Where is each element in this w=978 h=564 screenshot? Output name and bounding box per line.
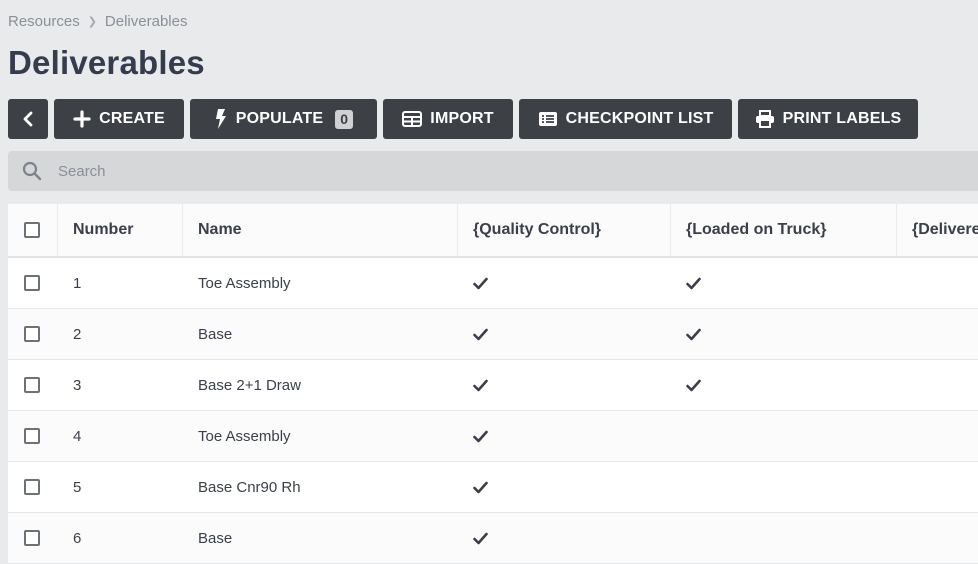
row-select-cell	[8, 411, 58, 461]
create-button[interactable]: CREATE	[54, 99, 184, 139]
row-number: 3	[73, 376, 82, 394]
create-label: CREATE	[99, 110, 165, 127]
checkmark-icon	[473, 379, 488, 392]
lightning-icon	[214, 109, 228, 129]
populate-count-badge: 0	[335, 109, 354, 129]
printer-icon	[755, 110, 775, 128]
search-bar	[8, 151, 978, 191]
column-header-loaded-on-truck[interactable]: {Loaded on Truck}	[671, 204, 897, 256]
back-button[interactable]	[8, 99, 48, 139]
import-button[interactable]: IMPORT	[383, 99, 513, 139]
row-loaded-on-truck-cell	[671, 360, 897, 410]
import-label: IMPORT	[430, 110, 494, 127]
table-row[interactable]: 2 Base	[8, 309, 978, 360]
column-header-quality-control[interactable]: {Quality Control}	[458, 204, 671, 256]
checkmark-icon	[686, 328, 701, 341]
list-icon	[538, 111, 558, 127]
select-all-checkbox[interactable]	[24, 222, 40, 238]
row-select-cell	[8, 258, 58, 308]
row-loaded-on-truck-cell	[671, 411, 897, 461]
breadcrumb: Resources ❯ Deliverables	[8, 13, 187, 30]
row-name: Base Cnr90 Rh	[198, 478, 301, 496]
row-name: Toe Assembly	[198, 427, 291, 445]
row-name: Base 2+1 Draw	[198, 376, 301, 394]
print-labels-label: PRINT LABELS	[782, 110, 902, 127]
row-delivered-cell	[897, 462, 978, 512]
chevron-right-icon: ❯	[87, 16, 97, 28]
table-header-row: Number Name {Quality Control} {Loaded on…	[8, 204, 978, 258]
row-checkbox[interactable]	[24, 326, 40, 342]
table-icon	[402, 111, 423, 127]
row-select-cell	[8, 513, 58, 563]
toolbar: CREATE POPULATE 0 IMPORT CHECKPOINT LIST…	[8, 99, 918, 139]
row-delivered-cell	[897, 513, 978, 563]
plus-icon	[73, 110, 91, 128]
row-delivered-cell	[897, 411, 978, 461]
row-loaded-on-truck-cell	[671, 309, 897, 359]
search-icon	[22, 161, 42, 181]
populate-label: POPULATE	[235, 110, 324, 127]
checkpoint-list-label: CHECKPOINT LIST	[565, 110, 714, 127]
row-number: 6	[73, 529, 82, 547]
column-header-number[interactable]: Number	[58, 204, 183, 256]
row-number: 5	[73, 478, 82, 496]
table-body: 1 Toe Assembly 2 Base 3 Base 2+1 Draw 4 Toe Ass…	[8, 258, 978, 564]
row-delivered-cell	[897, 258, 978, 308]
breadcrumb-current: Deliverables	[104, 13, 188, 30]
deliverables-table: Number Name {Quality Control} {Loaded on…	[8, 204, 978, 564]
row-quality-control-cell	[458, 258, 671, 308]
row-name: Toe Assembly	[198, 274, 291, 292]
row-quality-control-cell	[458, 360, 671, 410]
table-row[interactable]: 5 Base Cnr90 Rh	[8, 462, 978, 513]
row-number: 4	[73, 427, 82, 445]
row-quality-control-cell	[458, 411, 671, 461]
row-checkbox[interactable]	[24, 377, 40, 393]
table-row[interactable]: 4 Toe Assembly	[8, 411, 978, 462]
row-name: Base	[198, 325, 233, 343]
row-checkbox[interactable]	[24, 530, 40, 546]
row-number: 1	[73, 274, 82, 292]
row-name: Base	[198, 529, 233, 547]
row-delivered-cell	[897, 360, 978, 410]
checkmark-icon	[473, 328, 488, 341]
search-input[interactable]	[56, 161, 860, 181]
checkmark-icon	[686, 277, 701, 290]
checkmark-icon	[473, 430, 488, 443]
column-header-name[interactable]: Name	[183, 204, 458, 256]
row-number: 2	[73, 325, 82, 343]
row-loaded-on-truck-cell	[671, 258, 897, 308]
checkpoint-list-button[interactable]: CHECKPOINT LIST	[519, 99, 732, 139]
checkmark-icon	[473, 532, 488, 545]
checkmark-icon	[473, 481, 488, 494]
row-loaded-on-truck-cell	[671, 462, 897, 512]
checkmark-icon	[473, 277, 488, 290]
row-quality-control-cell	[458, 462, 671, 512]
row-loaded-on-truck-cell	[671, 513, 897, 563]
row-checkbox[interactable]	[24, 428, 40, 444]
row-quality-control-cell	[458, 309, 671, 359]
row-quality-control-cell	[458, 513, 671, 563]
chevron-left-icon	[22, 111, 34, 127]
column-header-delivered[interactable]: {Delivere	[897, 204, 978, 256]
print-labels-button[interactable]: PRINT LABELS	[738, 99, 918, 139]
row-select-cell	[8, 360, 58, 410]
row-delivered-cell	[897, 309, 978, 359]
table-row[interactable]: 1 Toe Assembly	[8, 258, 978, 309]
header-select-cell	[8, 204, 58, 256]
table-row[interactable]: 3 Base 2+1 Draw	[8, 360, 978, 411]
row-checkbox[interactable]	[24, 275, 40, 291]
page-title: Deliverables	[8, 44, 205, 81]
row-select-cell	[8, 309, 58, 359]
table-row[interactable]: 6 Base	[8, 513, 978, 564]
row-select-cell	[8, 462, 58, 512]
populate-button[interactable]: POPULATE 0	[190, 99, 377, 139]
checkmark-icon	[686, 379, 701, 392]
row-checkbox[interactable]	[24, 479, 40, 495]
breadcrumb-resources-link[interactable]: Resources	[8, 13, 80, 30]
